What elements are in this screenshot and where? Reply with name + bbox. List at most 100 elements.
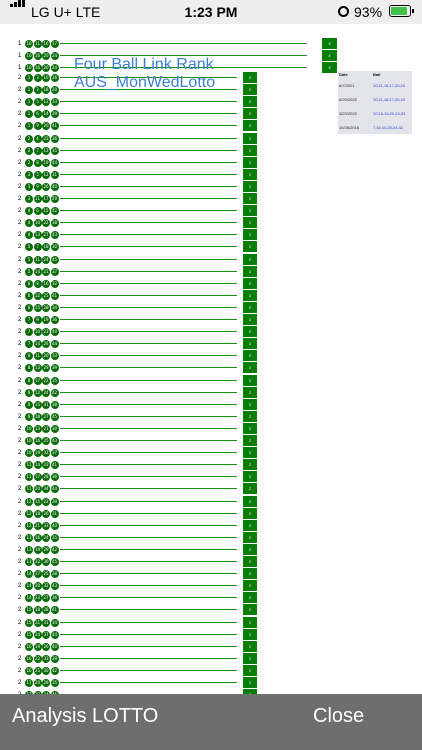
count-button[interactable]: 2 xyxy=(243,277,257,289)
rank-row: 2 10 16 25 43 2 xyxy=(0,435,420,447)
count-button[interactable]: 2 xyxy=(243,422,257,434)
analysis-lotto-button[interactable]: Analysis LOTTO xyxy=(12,705,158,728)
link-bar xyxy=(60,391,237,393)
rank-row: 2 13 16 24 35 2 xyxy=(0,531,420,544)
link-bar xyxy=(60,452,237,454)
lotto-ball: 30 xyxy=(42,558,50,566)
count-button[interactable]: 2 xyxy=(243,338,257,350)
count-button[interactable]: 2 xyxy=(243,604,257,616)
count-button[interactable]: 2 xyxy=(243,289,257,301)
count-button[interactable]: 2 xyxy=(243,229,257,241)
count-button[interactable]: 2 xyxy=(243,580,257,592)
lotto-ball: 45 xyxy=(50,558,59,566)
count-button[interactable]: 2 xyxy=(243,96,257,108)
lotto-ball: 11 xyxy=(33,195,42,203)
lotto-ball: 25 xyxy=(42,570,50,579)
lotto-ball: 16 xyxy=(25,654,33,663)
lotto-ball: 44 xyxy=(50,630,59,639)
lotto-ball: 24 xyxy=(42,388,50,397)
count-button[interactable]: 2 xyxy=(243,217,257,229)
count-button[interactable]: 2 xyxy=(243,664,257,676)
link-bar xyxy=(60,524,237,526)
count-button[interactable]: 2 xyxy=(243,677,257,688)
count-button[interactable]: 2 xyxy=(243,193,257,204)
ball-group: 14 23 27 36 xyxy=(25,594,65,603)
count-button[interactable]: 4 xyxy=(322,50,337,61)
lotto-ball: 11 xyxy=(25,461,33,470)
count-button[interactable]: 2 xyxy=(243,507,257,519)
lotto-ball: 7 xyxy=(33,243,42,252)
rank-number: 2 xyxy=(18,534,22,541)
lotto-ball: 33 xyxy=(50,352,59,361)
rank-number: 2 xyxy=(18,631,22,638)
count-button[interactable]: 2 xyxy=(243,628,257,640)
lotto-ball: 34 xyxy=(42,485,50,494)
count-button[interactable]: 2 xyxy=(243,495,257,507)
count-button[interactable]: 2 xyxy=(243,616,257,628)
link-bar xyxy=(60,198,237,199)
count-button[interactable]: 2 xyxy=(243,592,257,604)
count-button[interactable]: 2 xyxy=(243,132,257,144)
count-button[interactable]: 2 xyxy=(243,410,257,422)
count-button[interactable]: 2 xyxy=(243,265,257,277)
lotto-ball: 8 xyxy=(25,376,33,385)
link-bar xyxy=(60,137,237,139)
count-button[interactable]: 2 xyxy=(243,519,257,531)
rank-number: 2 xyxy=(18,232,22,239)
count-button[interactable]: 2 xyxy=(243,108,257,120)
rank-row: 2 5 11 24 45 2 xyxy=(0,253,420,266)
count-button[interactable]: 2 xyxy=(243,84,257,96)
lotto-ball: 20 xyxy=(33,679,42,687)
count-button[interactable]: 2 xyxy=(243,326,257,338)
lotto-ball: 12 xyxy=(25,497,33,506)
count-button[interactable]: 2 xyxy=(243,459,257,471)
count-button[interactable]: 2 xyxy=(243,568,257,580)
rank-row: 2 8 17 22 35 2 xyxy=(0,374,420,387)
lotto-ball: 12 xyxy=(42,98,50,107)
count-button[interactable]: 2 xyxy=(243,398,257,410)
count-button[interactable]: 2 xyxy=(243,253,257,265)
count-button[interactable]: 2 xyxy=(243,205,257,217)
count-button[interactable]: 2 xyxy=(243,156,257,168)
ball-group: 10 13 21 30 xyxy=(25,424,65,433)
count-button[interactable]: 2 xyxy=(243,447,257,459)
lotto-ball: 11 xyxy=(33,352,42,361)
count-button[interactable]: 2 xyxy=(243,168,257,180)
count-button[interactable]: 2 xyxy=(243,543,257,555)
count-button[interactable]: 2 xyxy=(243,652,257,664)
count-button[interactable]: 2 xyxy=(243,435,257,446)
count-button[interactable]: 2 xyxy=(243,144,257,156)
count-button[interactable]: 2 xyxy=(243,386,257,398)
count-button[interactable]: 2 xyxy=(243,314,257,325)
lotto-ball: 7 xyxy=(25,340,33,349)
analysis-content[interactable]: 1 10 11 16 17 4 1 10 16 20 24 4 1 10 16 20 24 4 2 1 3 10 16 2 2 1… xyxy=(0,24,422,694)
count-button[interactable]: 2 xyxy=(243,72,257,83)
count-button[interactable]: 2 xyxy=(243,362,257,374)
count-button[interactable]: 4 xyxy=(322,38,337,49)
count-button[interactable]: 2 xyxy=(243,640,257,652)
close-button[interactable]: Close xyxy=(313,705,364,728)
lotto-ball: 12 xyxy=(33,388,42,397)
count-button[interactable]: 2 xyxy=(243,350,257,362)
ball-group: 16 22 33 39 xyxy=(25,654,65,663)
count-button[interactable]: 2 xyxy=(243,471,257,483)
count-button[interactable]: 2 xyxy=(243,483,257,495)
history-header-date: Date xyxy=(339,72,348,77)
count-button[interactable]: 2 xyxy=(243,301,257,313)
rank-number: 2 xyxy=(18,317,22,323)
lotto-ball: 15 xyxy=(33,497,42,506)
lotto-ball: 25 xyxy=(33,666,42,675)
lotto-ball: 29 xyxy=(42,679,50,687)
link-bar xyxy=(60,476,237,478)
count-button[interactable]: 2 xyxy=(243,180,257,192)
lotto-ball: 1 xyxy=(25,110,33,119)
count-button[interactable]: 2 xyxy=(243,374,257,386)
lotto-ball: 42 xyxy=(50,388,59,397)
count-button[interactable]: 2 xyxy=(243,556,257,567)
count-button[interactable]: 2 xyxy=(243,120,257,132)
lotto-ball: 17 xyxy=(50,40,59,48)
count-button[interactable]: 2 xyxy=(243,531,257,543)
count-button[interactable]: 2 xyxy=(243,241,257,253)
lotto-ball: 16 xyxy=(33,64,42,72)
chart-subtitle: AUS_MonWedLotto xyxy=(74,74,216,91)
